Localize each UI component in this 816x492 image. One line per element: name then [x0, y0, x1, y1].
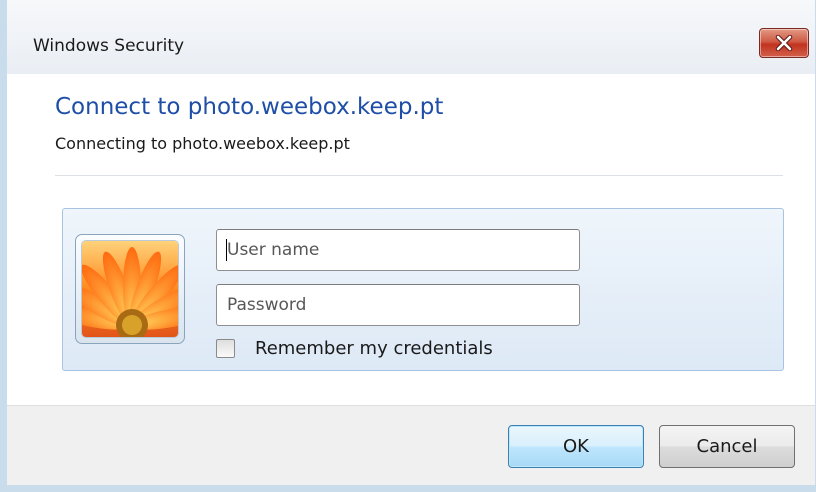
- user-tile: [75, 234, 185, 344]
- dialog-content: Connect to photo.weebox.keep.pt Connecti…: [7, 74, 815, 405]
- flower-user-tile-icon: [82, 241, 178, 337]
- title-bar[interactable]: Windows Security: [7, 0, 815, 74]
- remember-credentials-row[interactable]: Remember my credentials: [216, 336, 493, 360]
- window-title: Windows Security: [33, 36, 185, 56]
- remember-credentials-label[interactable]: Remember my credentials: [255, 338, 493, 359]
- security-dialog: Windows Security Connect to photo.weebox…: [0, 0, 816, 492]
- text-caret: [226, 239, 227, 261]
- dialog-subheading: Connecting to photo.weebox.keep.pt: [55, 134, 350, 153]
- credential-panel: Remember my credentials: [62, 208, 784, 371]
- divider: [55, 175, 783, 176]
- close-button[interactable]: [759, 28, 809, 58]
- cancel-button[interactable]: Cancel: [659, 425, 795, 468]
- dialog-heading: Connect to photo.weebox.keep.pt: [55, 94, 444, 120]
- remember-credentials-checkbox[interactable]: [216, 338, 235, 358]
- close-icon: [774, 35, 794, 51]
- username-input[interactable]: [216, 229, 580, 271]
- button-bar: OK Cancel: [7, 405, 815, 485]
- password-input[interactable]: [216, 284, 580, 326]
- ok-button[interactable]: OK: [508, 425, 644, 468]
